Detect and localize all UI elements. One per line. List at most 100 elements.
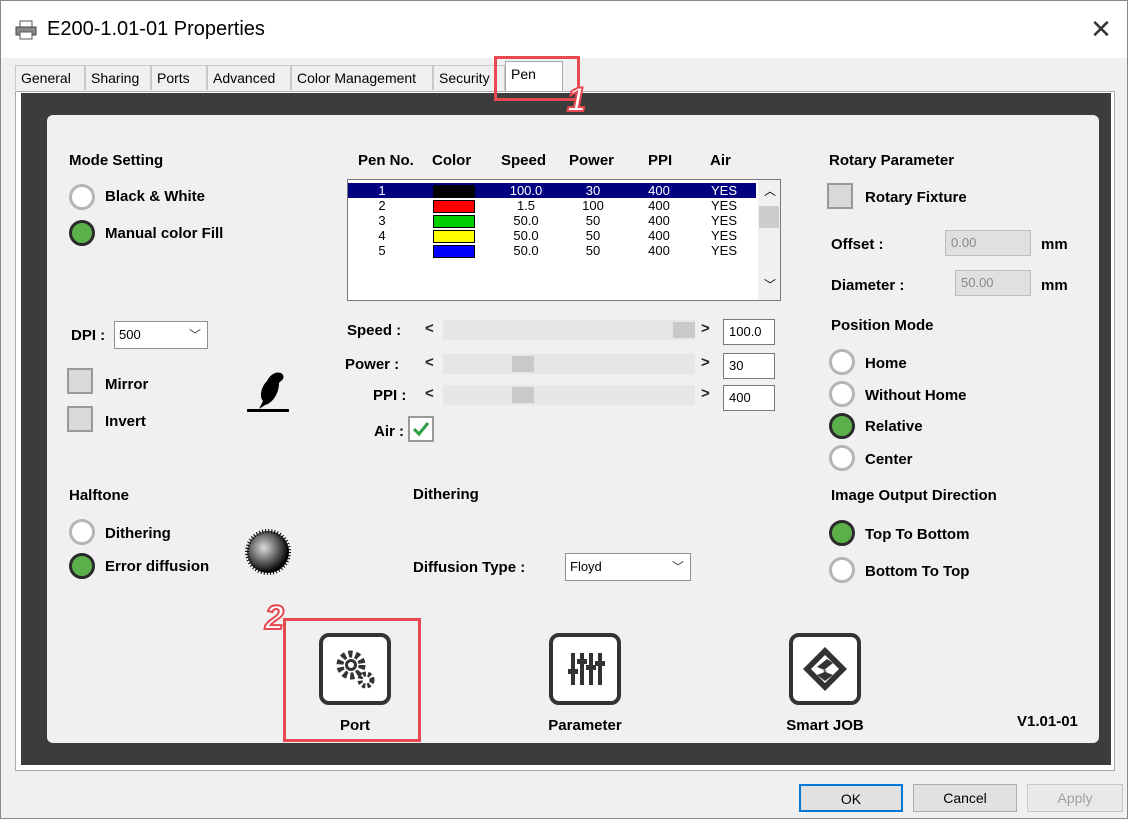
smart-job-button[interactable] [789,633,861,705]
diameter-input[interactable]: 50.00 [955,270,1031,296]
ppi-right-arrow[interactable]: > [701,385,710,402]
output-radio-top-to-bottom[interactable] [829,520,855,546]
diameter-unit: mm [1041,277,1068,294]
pen-row[interactable]: 1 100.0 30 400 YES [348,183,756,199]
power-slider-thumb[interactable] [512,356,534,372]
properties-dialog: E200-1.01-01 Properties ✕ General Sharin… [0,0,1128,819]
pen-list[interactable]: 1 100.0 30 400 YES 2 1.5 100 400 YES 3 50.0 50 400 YES… [347,179,781,301]
offset-input[interactable]: 0.00 [945,230,1031,256]
parameter-button[interactable] [549,633,621,705]
cancel-button[interactable]: Cancel [913,784,1017,812]
power-input[interactable]: 30 [723,353,775,379]
position-label-center: Center [865,451,913,468]
ppi-slider-thumb[interactable] [512,387,534,403]
scroll-down-icon[interactable]: ﹀ [764,276,776,293]
checkmark-icon [412,422,430,437]
mode-radio-bw[interactable] [69,184,95,210]
power-slider[interactable] [443,354,695,374]
halftone-sphere-icon [245,529,291,575]
mirror-label: Mirror [105,376,149,393]
invert-checkbox[interactable] [67,406,93,432]
tab-sharing[interactable]: Sharing [85,65,151,90]
callout-number-two: 2 [264,598,285,638]
pen-row[interactable]: 4 50.0 50 400 YES [348,228,756,244]
pen-header-air: Air [710,152,731,169]
position-radio-home[interactable] [829,349,855,375]
scroll-up-icon[interactable]: ︿ [764,182,776,199]
pen-cell-air: YES [710,213,737,229]
dpi-value: 500 [119,327,141,342]
pen-color-swatch [433,200,475,214]
callout-number-one: 1 [566,80,587,120]
halftone-radio-dithering[interactable] [69,519,95,545]
invert-label: Invert [105,413,146,430]
tab-advanced[interactable]: Advanced [207,65,291,90]
pen-cell-color [416,243,492,259]
ppi-label: PPI : [373,387,407,404]
apply-button[interactable]: Apply [1027,784,1123,812]
pen-cell-speed: 50.0 [513,213,539,229]
halftone-radio-error-diffusion[interactable] [69,553,95,579]
speed-slider-thumb[interactable] [673,322,695,338]
power-left-arrow[interactable]: < [425,354,434,371]
offset-unit: mm [1041,236,1068,253]
ppi-slider[interactable] [443,385,695,405]
speed-label: Speed : [347,322,402,339]
speed-input[interactable]: 100.0 [723,319,775,345]
position-radio-without-home[interactable] [829,381,855,407]
dithering-header: Dithering [413,486,479,503]
pen-row[interactable]: 2 1.5 100 400 YES [348,198,756,214]
mode-radio-manual[interactable] [69,220,95,246]
rotary-fixture-checkbox[interactable] [827,183,853,209]
pen-cell-air: YES [710,228,737,244]
pen-color-swatch [433,245,475,259]
pen-cell-power: 100 [582,198,604,214]
pen-row[interactable]: 5 50.0 50 400 YES [348,243,756,259]
pen-cell-ppi: 400 [648,243,670,259]
position-label-relative: Relative [865,418,923,435]
mode-setting-header: Mode Setting [69,152,164,169]
mode-label-manual: Manual color Fill [105,225,224,242]
pen-header-no: Pen No. [358,152,414,169]
scroll-thumb[interactable] [759,206,779,228]
output-radio-bottom-to-top[interactable] [829,557,855,583]
pen-cell-speed: 50.0 [513,243,539,259]
tab-color-management[interactable]: Color Management [291,65,433,90]
pen-row[interactable]: 3 50.0 50 400 YES [348,213,756,229]
speed-right-arrow[interactable]: > [701,320,710,337]
close-button[interactable]: ✕ [1081,9,1121,49]
output-label-bottom-to-top: Bottom To Top [865,563,970,580]
pen-cell-color [416,213,492,229]
ppi-input[interactable]: 400 [723,385,775,411]
halftone-header: Halftone [69,487,129,504]
position-radio-relative[interactable] [829,413,855,439]
position-radio-center[interactable] [829,445,855,471]
air-checkbox[interactable] [408,416,434,442]
speed-left-arrow[interactable]: < [425,320,434,337]
pen-cell-no: 3 [378,213,386,229]
title-bar: E200-1.01-01 Properties ✕ [1,1,1127,58]
bird-icon [247,372,289,412]
tab-general[interactable]: General [15,65,85,90]
pen-cell-ppi: 400 [648,228,670,244]
power-right-arrow[interactable]: > [701,354,710,371]
mirror-checkbox[interactable] [67,368,93,394]
ppi-left-arrow[interactable]: < [425,385,434,402]
speed-slider[interactable] [443,320,695,340]
pen-cell-no: 4 [378,228,386,244]
halftone-label-dithering: Dithering [105,525,171,542]
rotary-fixture-label: Rotary Fixture [865,189,967,206]
pen-cell-air: YES [710,198,737,214]
tab-pen[interactable]: Pen [505,61,563,91]
dpi-select[interactable]: 500 ﹀ [114,321,208,349]
pen-cell-power: 50 [585,228,601,244]
ok-button[interactable]: OK [799,784,903,812]
pen-cell-no: 2 [378,198,386,214]
diffusion-type-select[interactable]: Floyd ﹀ [565,553,691,581]
pen-cell-ppi: 400 [648,183,670,199]
pen-list-scrollbar[interactable]: ︿ ﹀ [758,180,780,300]
tab-ports[interactable]: Ports [151,65,207,90]
pen-cell-speed: 100.0 [509,183,543,199]
pen-cell-speed: 50.0 [513,228,539,244]
pen-color-swatch [433,185,475,199]
